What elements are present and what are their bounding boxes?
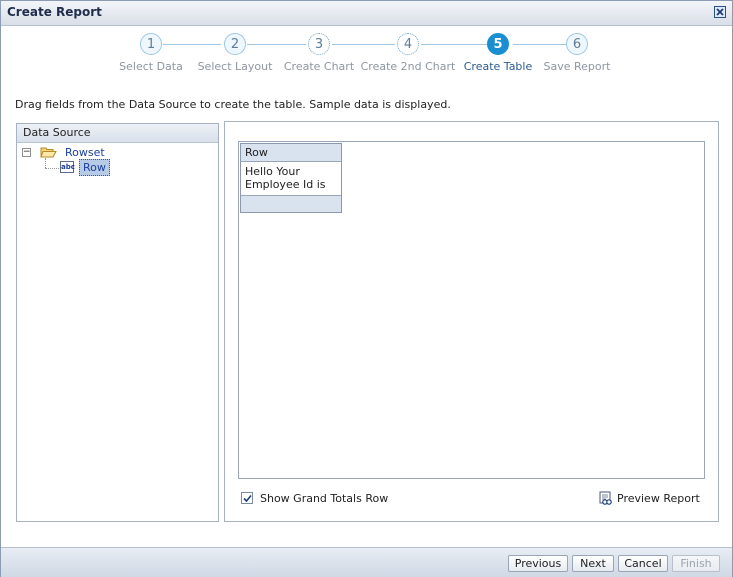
table-layout-panel: Row Hello Your Employee Id is Show Grand… — [224, 121, 719, 522]
next-button[interactable]: Next — [572, 555, 614, 572]
finish-button: Finish — [672, 555, 720, 572]
dialog-title: Create Report — [7, 5, 102, 19]
data-source-header: Data Source — [17, 124, 218, 143]
step-number-current: 5 — [487, 33, 509, 55]
wizard-train: 1 Select Data 2 Select Layout 3 Create C… — [1, 33, 732, 83]
title-bar: Create Report — [1, 1, 732, 26]
table-totals-row — [241, 195, 341, 212]
table-cell-line: Employee Id is — [245, 178, 326, 191]
tree-item-row-field[interactable]: Row — [79, 159, 110, 176]
table-cell: Hello Your Employee Id is — [241, 162, 341, 195]
close-icon[interactable] — [714, 6, 726, 18]
collapse-toggle-icon[interactable]: − — [22, 148, 31, 157]
checkbox-checked-icon[interactable] — [241, 492, 253, 504]
tree-connector — [45, 168, 59, 170]
instruction-text: Drag fields from the Data Source to crea… — [15, 98, 451, 111]
table-drop-canvas[interactable]: Row Hello Your Employee Id is — [238, 141, 705, 479]
cancel-button[interactable]: Cancel — [618, 555, 668, 572]
step-number[interactable]: 6 — [566, 33, 588, 55]
train-step-save-report[interactable]: 6 Save Report — [522, 33, 632, 73]
tree-item-rowset[interactable]: Rowset — [65, 146, 105, 159]
tree-connector — [45, 158, 47, 168]
table-column-header[interactable]: Row — [241, 144, 341, 162]
text-field-icon: abc — [60, 161, 75, 173]
report-table[interactable]: Row Hello Your Employee Id is — [240, 143, 342, 213]
previous-button[interactable]: Previous — [508, 555, 568, 572]
step-number[interactable]: 3 — [308, 33, 330, 55]
grand-totals-label[interactable]: Show Grand Totals Row — [260, 492, 388, 505]
step-label[interactable]: Save Report — [522, 60, 632, 73]
step-number[interactable]: 1 — [140, 33, 162, 55]
table-cell-line: Hello Your — [245, 165, 300, 178]
create-report-dialog: Create Report 1 Select Data 2 Select Lay… — [0, 0, 733, 577]
data-source-panel: Data Source − Rowset abc Row — [16, 123, 219, 522]
preview-report-label[interactable]: Preview Report — [617, 492, 700, 505]
folder-open-icon — [40, 147, 57, 158]
preview-report-icon[interactable] — [599, 491, 613, 506]
dialog-footer: Previous Next Cancel Finish — [1, 547, 732, 577]
step-number[interactable]: 2 — [224, 33, 246, 55]
step-number[interactable]: 4 — [397, 33, 419, 55]
